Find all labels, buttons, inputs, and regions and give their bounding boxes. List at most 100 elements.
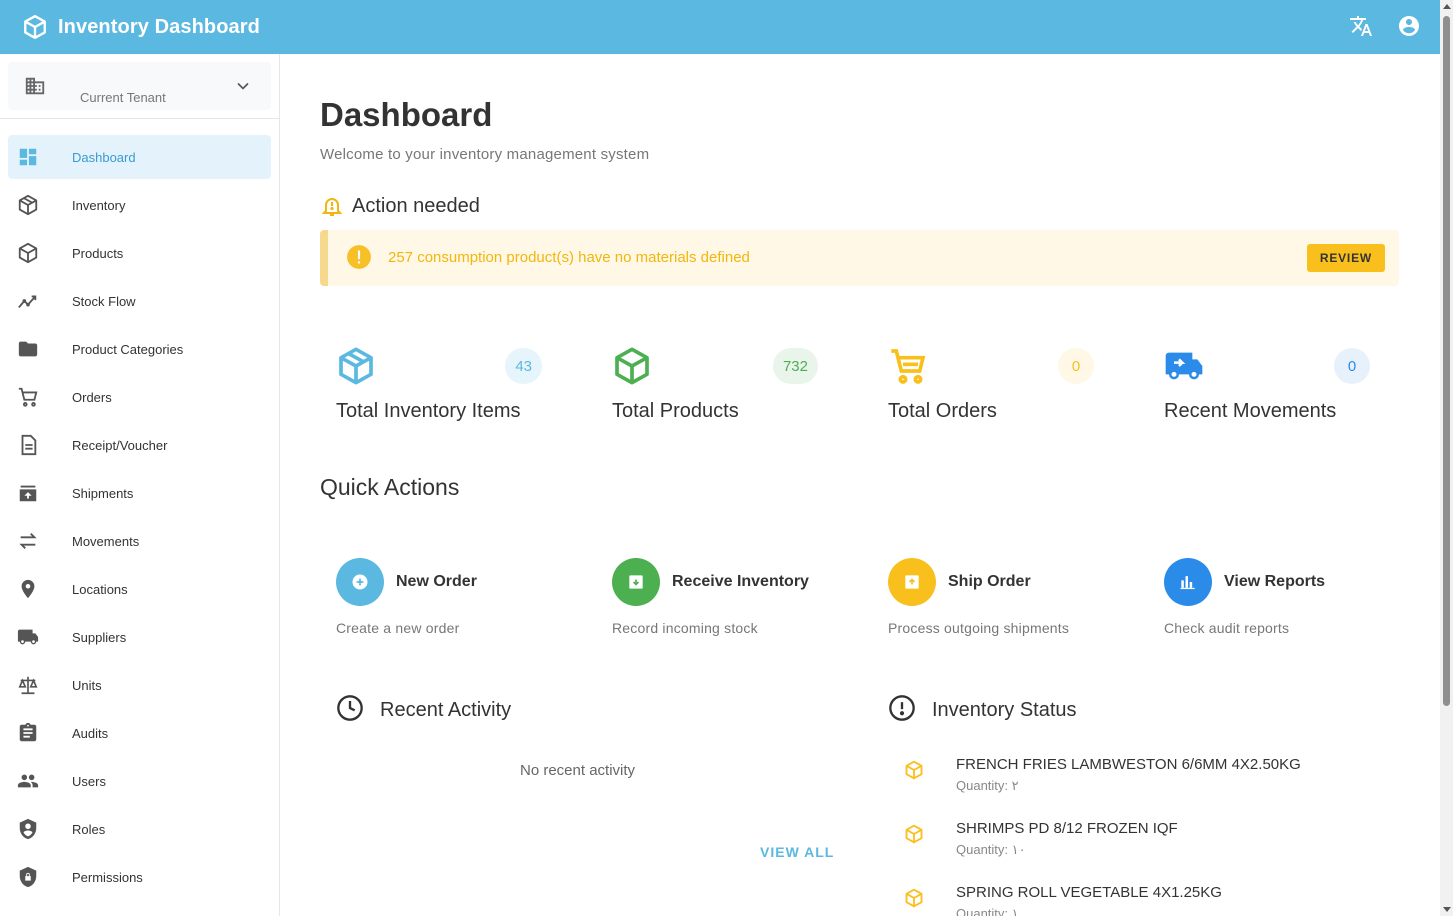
page-scrollbar[interactable]: [1440, 0, 1453, 916]
tenant-selector[interactable]: Current Tenant: [8, 62, 271, 110]
shield-user-icon: [8, 817, 48, 841]
stat-total-orders: 0 Total Orders: [872, 344, 1096, 434]
page-subtitle: Welcome to your inventory management sys…: [320, 146, 650, 163]
account-circle-icon[interactable]: [1396, 13, 1422, 39]
page-title: Dashboard: [320, 96, 493, 133]
stat-badge: 732: [772, 348, 818, 384]
sidebar-item-permissions[interactable]: Permissions: [8, 855, 271, 899]
add-circle-icon: [336, 558, 384, 606]
sidebar: Current Tenant Dashboard Inventory Produ…: [0, 54, 280, 916]
cube-icon: [904, 888, 924, 913]
sidebar-item-stock-flow[interactable]: Stock Flow: [8, 279, 271, 323]
sidebar-item-label: Suppliers: [72, 629, 127, 645]
quick-action-label: View Reports: [1224, 573, 1326, 590]
sidebar-item-dashboard[interactable]: Dashboard: [8, 135, 271, 179]
sidebar-item-label: Permissions: [72, 869, 143, 885]
sidebar-item-audits[interactable]: Audits: [8, 711, 271, 755]
quick-actions-title: Quick Actions: [320, 474, 460, 500]
action-needed-heading: Action needed: [320, 194, 480, 218]
list-item[interactable]: FRENCH FRIES LAMBWESTON 6/6MM 4X2.50KG Q…: [900, 756, 1380, 806]
warning-icon: [346, 244, 372, 275]
tenant-label: Current Tenant: [80, 90, 166, 105]
stat-total-inventory-items: 43 Total Inventory Items: [320, 344, 544, 434]
delivery-truck-icon: [1164, 346, 1204, 386]
inventory-status-heading: Inventory Status: [888, 694, 1077, 727]
cube-logo-icon: [22, 14, 48, 40]
inventory-cube-icon: [336, 346, 376, 386]
scroll-up-icon[interactable]: [1443, 4, 1451, 9]
sidebar-item-users[interactable]: Users: [8, 759, 271, 803]
quick-action-desc: Check audit reports: [1164, 620, 1290, 636]
folder-icon: [8, 337, 48, 361]
sidebar-item-label: Audits: [72, 725, 109, 741]
sidebar-item-units[interactable]: Units: [8, 663, 271, 707]
shipments-icon: [8, 481, 48, 505]
clipboard-icon: [8, 721, 48, 745]
building-icon: [24, 75, 46, 102]
sidebar-divider: [0, 118, 279, 119]
chevron-down-icon: [233, 76, 253, 101]
sidebar-item-label: Inventory: [72, 197, 126, 213]
alert-message: 257 consumption product(s) have no mater…: [388, 249, 750, 266]
archive-icon: [612, 558, 660, 606]
stat-badge: 0: [1058, 348, 1094, 384]
item-quantity: Quantity: ١: [956, 906, 1019, 916]
stat-label: Recent Movements: [1164, 400, 1337, 422]
sidebar-item-products[interactable]: Products: [8, 231, 271, 275]
scroll-down-icon[interactable]: [1443, 907, 1451, 912]
sidebar-item-product-categories[interactable]: Product Categories: [8, 327, 271, 371]
item-name: FRENCH FRIES LAMBWESTON 6/6MM 4X2.50KG: [956, 756, 1301, 773]
sidebar-item-label: Orders: [72, 389, 112, 405]
sidebar-item-roles[interactable]: Roles: [8, 807, 271, 851]
cube-icon: [904, 824, 924, 849]
quick-action-label: Receive Inventory: [672, 573, 809, 590]
list-item[interactable]: SPRING ROLL VEGETABLE 4X1.25KG Quantity:…: [900, 884, 1380, 916]
warning-alert: 257 consumption product(s) have no mater…: [320, 230, 1399, 286]
cart-icon: [888, 346, 928, 386]
sidebar-item-locations[interactable]: Locations: [8, 567, 271, 611]
sidebar-nav: Dashboard Inventory Products Stock Flow …: [8, 135, 271, 903]
cart-icon: [8, 385, 48, 409]
quick-action-desc: Process outgoing shipments: [888, 620, 1070, 636]
truck-icon: [8, 625, 48, 649]
dashboard-icon: [8, 145, 48, 169]
products-icon: [8, 241, 48, 265]
sidebar-item-movements[interactable]: Movements: [8, 519, 271, 563]
users-icon: [8, 769, 48, 793]
scroll-thumb[interactable]: [1443, 16, 1450, 706]
stat-recent-movements: 0 Recent Movements: [1148, 344, 1372, 434]
sidebar-item-shipments[interactable]: Shipments: [8, 471, 271, 515]
location-pin-icon: [8, 577, 48, 601]
list-item[interactable]: SHRIMPS PD 8/12 FROZEN IQF Quantity: ١٠: [900, 820, 1380, 870]
cube-icon: [904, 760, 924, 785]
stat-badge: 43: [505, 348, 542, 384]
quick-action-desc: Record incoming stock: [612, 620, 758, 636]
sidebar-item-label: Stock Flow: [72, 293, 136, 309]
sidebar-item-receipt-voucher[interactable]: Receipt/Voucher: [8, 423, 271, 467]
sidebar-item-label: Units: [72, 677, 102, 693]
sidebar-item-suppliers[interactable]: Suppliers: [8, 615, 271, 659]
stat-label: Total Products: [612, 400, 739, 422]
item-quantity: Quantity: ٢: [956, 778, 1019, 793]
view-all-link[interactable]: VIEW ALL: [760, 844, 834, 860]
stat-label: Total Orders: [888, 400, 997, 422]
sidebar-item-label: Locations: [72, 581, 128, 597]
item-name: SPRING ROLL VEGETABLE 4X1.25KG: [956, 884, 1222, 901]
unarchive-icon: [888, 558, 936, 606]
sidebar-item-label: Receipt/Voucher: [72, 437, 168, 453]
sidebar-item-orders[interactable]: Orders: [8, 375, 271, 419]
top-app-bar: Inventory Dashboard: [0, 0, 1440, 54]
scale-icon: [8, 673, 48, 697]
clock-icon: [336, 694, 364, 727]
stock-flow-icon: [8, 289, 48, 313]
stat-label: Total Inventory Items: [336, 400, 521, 422]
review-button[interactable]: REVIEW: [1306, 244, 1385, 272]
sidebar-item-label: Product Categories: [72, 341, 184, 357]
sidebar-item-inventory[interactable]: Inventory: [8, 183, 271, 227]
quick-action-label: Ship Order: [948, 573, 1031, 590]
translate-icon[interactable]: [1348, 13, 1374, 39]
inventory-icon: [8, 193, 48, 217]
sidebar-item-label: Movements: [72, 533, 140, 549]
swap-icon: [8, 529, 48, 553]
app-title: Inventory Dashboard: [58, 15, 260, 38]
